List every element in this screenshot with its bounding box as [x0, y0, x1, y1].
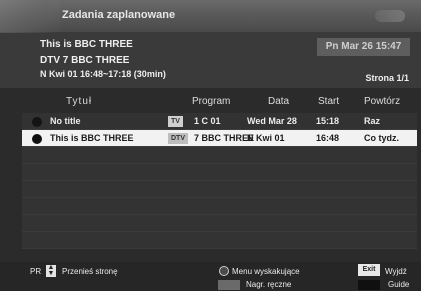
column-header-title: Tytuł: [66, 96, 93, 107]
exit-label: Wyjdź: [385, 267, 407, 276]
guide-label: Guide: [388, 280, 410, 289]
window-title: Zadania zaplanowane: [62, 9, 176, 21]
row-program: 7 BBC THREE: [194, 133, 255, 143]
table-row[interactable]: No title TV 1 C 01 Wed Mar 28 15:18 Raz: [22, 113, 417, 130]
schedule-time: N Kwi 01 16:48~17:18 (30min): [40, 69, 166, 79]
record-dot-icon: [32, 134, 42, 144]
row-program: 1 C 01: [194, 116, 221, 126]
empty-row: [22, 198, 417, 215]
move-page-label: Przenieś stronę: [62, 267, 118, 276]
title-bar: Zadania zaplanowane: [0, 0, 421, 33]
manual-record-key[interactable]: [218, 280, 240, 290]
exit-key[interactable]: Exit: [358, 264, 380, 276]
row-start: 16:48: [316, 133, 340, 143]
row-repeat: Raz: [364, 116, 381, 126]
current-datetime: Pn Mar 26 15:47: [317, 38, 410, 56]
row-date: N Kwi 01: [247, 133, 285, 143]
empty-row: [22, 147, 417, 164]
programme-title: This is BBC THREE: [40, 39, 133, 50]
column-header-start: Start: [318, 96, 340, 107]
source-type-badge: DTV: [168, 133, 188, 144]
schedule-list: No title TV 1 C 01 Wed Mar 28 15:18 Raz …: [22, 113, 417, 253]
titlebar-decoration: [0, 0, 60, 33]
empty-row: [22, 164, 417, 181]
empty-row: [22, 215, 417, 232]
footer-help-bar: PR ▲ ▼ Przenieś stronę Menu wyskakujące E…: [0, 262, 421, 291]
popup-menu-label: Menu wyskakujące: [232, 267, 300, 276]
empty-row: [22, 181, 417, 198]
scheduled-tasks-screen: Zadania zaplanowane This is BBC THREE DT…: [0, 0, 421, 291]
column-header-repeat: Powtórz: [364, 96, 401, 107]
column-header-program: Program: [192, 96, 231, 107]
record-dot-icon: [32, 117, 42, 127]
pr-updown-icon[interactable]: ▲ ▼: [46, 264, 56, 277]
row-start: 15:18: [316, 116, 340, 126]
row-date: Wed Mar 28: [247, 116, 297, 126]
table-row-selected[interactable]: This is BBC THREE DTV 7 BBC THREE N Kwi …: [22, 130, 417, 147]
source-type-badge: TV: [168, 116, 183, 127]
menu-button-icon[interactable]: [219, 266, 229, 276]
column-header-date: Data: [268, 96, 290, 107]
row-title: This is BBC THREE: [50, 133, 134, 143]
program-info-panel: This is BBC THREE DTV 7 BBC THREE N Kwi …: [0, 33, 421, 88]
pr-label: PR: [30, 267, 42, 276]
table-header: Tytuł Program Data Start Powtórz: [22, 92, 417, 112]
guide-key[interactable]: [358, 280, 380, 290]
row-title: No title: [50, 116, 81, 126]
titlebar-ornament: [375, 10, 405, 22]
page-indicator: Strona 1/1: [365, 73, 409, 83]
empty-row: [22, 232, 417, 249]
row-repeat: Co tydz.: [364, 133, 399, 143]
manual-record-label: Nagr. ręczne: [246, 280, 292, 289]
service-name: DTV 7 BBC THREE: [40, 55, 130, 66]
